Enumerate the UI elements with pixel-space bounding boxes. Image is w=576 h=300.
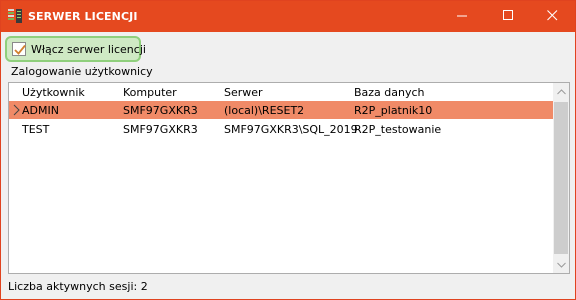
checkbox-box[interactable] [12, 42, 26, 56]
minimize-button[interactable] [439, 1, 485, 32]
column-header-server[interactable]: Serwer [224, 86, 263, 99]
enable-license-server-checkbox[interactable]: Włącz serwer licencji [5, 36, 146, 62]
vertical-scrollbar[interactable] [553, 83, 569, 273]
cell-computer[interactable]: SMF97GXKR3 [123, 123, 198, 136]
license-server-window: SERWER LICENCJI Włącz serwer licencji Za… [0, 0, 576, 300]
table-row[interactable]: TEST SMF97GXKR3 SMF97GXKR3\SQL_2019 R2P_… [9, 120, 553, 138]
scroll-down-button[interactable] [553, 256, 569, 273]
window-title: SERWER LICENCJI [28, 10, 138, 23]
logged-users-label: Zalogowanie użytkownicy [11, 65, 153, 78]
title-bar[interactable]: SERWER LICENCJI [1, 1, 575, 32]
cell-server[interactable]: SMF97GXKR3\SQL_2019 [224, 123, 358, 136]
column-header-computer[interactable]: Komputer [123, 86, 177, 99]
maximize-button[interactable] [485, 1, 531, 32]
chevron-down-icon [556, 262, 566, 268]
grid-header: Użytkownik Komputer Serwer Baza danych [9, 83, 553, 101]
scroll-up-button[interactable] [553, 83, 569, 100]
table-row[interactable]: ADMIN SMF97GXKR3 (local)\RESET2 R2P_plat… [9, 101, 553, 119]
chevron-up-icon [556, 88, 566, 94]
minimize-icon [456, 10, 468, 24]
column-header-user[interactable]: Użytkownik [22, 86, 85, 99]
close-icon [546, 9, 558, 24]
cell-server[interactable]: (local)\RESET2 [224, 104, 304, 117]
cell-computer[interactable]: SMF97GXKR3 [123, 104, 198, 117]
cell-database[interactable]: R2P_testowanie [354, 123, 441, 136]
app-icon [7, 8, 23, 24]
enable-license-server-label[interactable]: Włącz serwer licencji [31, 43, 146, 56]
column-header-database[interactable]: Baza danych [354, 86, 425, 99]
cell-user[interactable]: TEST [22, 123, 49, 136]
sessions-grid[interactable]: Użytkownik Komputer Serwer Baza danych A… [8, 82, 570, 274]
check-icon [14, 44, 26, 55]
close-button[interactable] [529, 1, 575, 32]
current-row-indicator-icon [12, 104, 22, 116]
active-sessions-status: Liczba aktywnych sesji: 2 [8, 280, 148, 293]
scrollbar-thumb[interactable] [554, 102, 568, 254]
maximize-icon [502, 9, 514, 24]
cell-database[interactable]: R2P_platnik10 [354, 104, 432, 117]
cell-user[interactable]: ADMIN [22, 104, 59, 117]
